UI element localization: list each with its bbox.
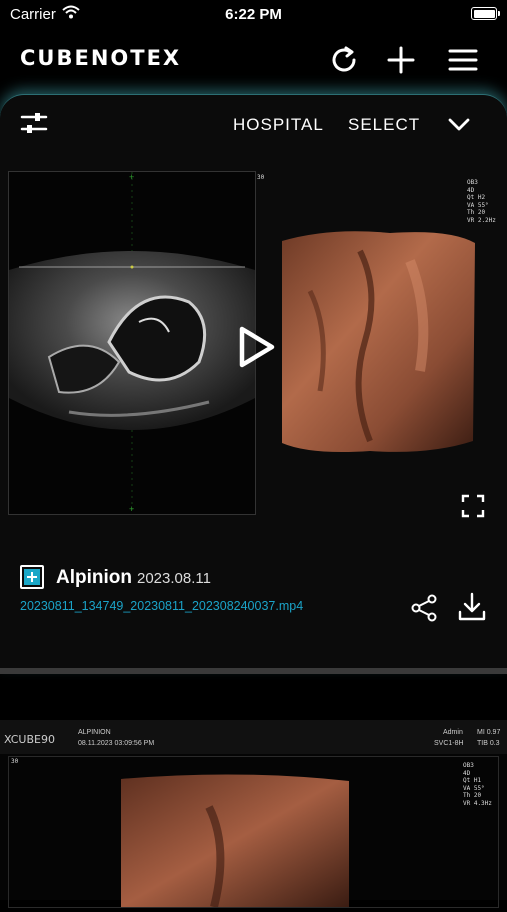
menu-icon[interactable]: [445, 42, 481, 78]
probe-label: SVC1-8H: [434, 740, 464, 747]
hospital-filter-button[interactable]: HOSPITAL: [233, 115, 324, 135]
svg-text:+: +: [129, 172, 134, 182]
recording-date: 2023.08.11: [137, 570, 211, 587]
second-3d-render: [8, 756, 499, 908]
second-frame-number: 30: [11, 758, 19, 765]
play-icon[interactable]: [228, 321, 280, 373]
select-button[interactable]: SELECT: [348, 115, 420, 135]
download-icon[interactable]: [456, 591, 488, 623]
ultrasound-2d-view: + +: [8, 171, 256, 515]
video-card: HOSPITAL SELECT + + OB3 4D Qt H2 VA 55° …: [0, 94, 507, 669]
device-logo: XCUBE90: [4, 733, 55, 746]
status-bar: Carrier 6:22 PM: [0, 0, 507, 30]
file-name-link[interactable]: 20230811_134749_20230811_202308240037.mp…: [20, 599, 303, 613]
ultrasound-3d-render: [270, 171, 500, 513]
chevron-down-icon[interactable]: [446, 111, 472, 137]
tib-value: TIB 0.3: [477, 740, 500, 747]
filter-toolbar: HOSPITAL SELECT: [0, 95, 507, 153]
scan-parameters: OB3 4D Qt H2 VA 55° Th 20 VR 2.2Hz: [467, 179, 496, 224]
app-bar: CUBENOTEX: [0, 30, 507, 92]
refresh-icon[interactable]: [326, 42, 362, 78]
brand-label: ALPINION: [78, 729, 111, 736]
clock: 6:22 PM: [225, 6, 282, 23]
scan-header: XCUBE90 ALPINION 08.11.2023 03:09:56 PM …: [0, 720, 507, 754]
sliders-icon[interactable]: [20, 109, 48, 137]
share-icon[interactable]: [410, 593, 440, 623]
scan-datetime: 08.11.2023 03:09:56 PM: [78, 740, 155, 747]
medical-plus-icon: [20, 565, 44, 589]
svg-text:+: +: [129, 504, 134, 514]
mi-value: MI 0.97: [477, 729, 501, 736]
battery-icon: [471, 7, 500, 20]
second-scan-parameters: OB3 4D Qt H1 VA 55° Th 20 VR 4.3Hz: [463, 762, 492, 807]
second-video-card[interactable]: XCUBE90 ALPINION 08.11.2023 03:09:56 PM …: [0, 720, 507, 908]
user-label: Admin: [443, 729, 463, 736]
card-divider: [0, 668, 507, 674]
add-icon[interactable]: [383, 42, 419, 78]
frame-number: 30: [257, 174, 265, 181]
app-logo: CUBENOTEX: [20, 46, 182, 70]
patient-name: Alpinion: [56, 567, 132, 588]
fullscreen-icon[interactable]: [460, 493, 486, 519]
